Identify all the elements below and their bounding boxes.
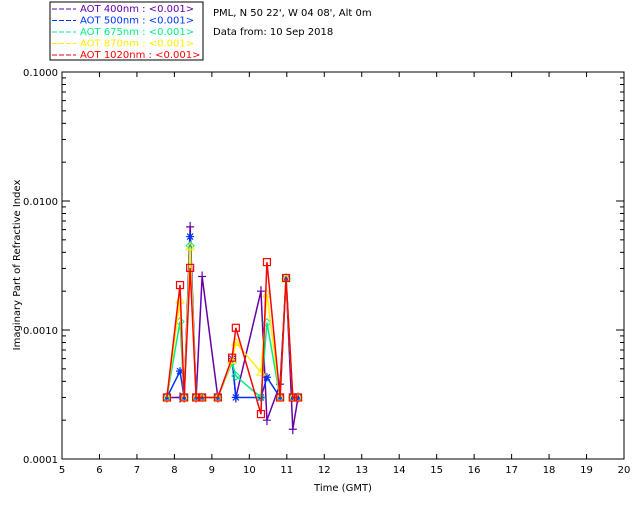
- data-point: [288, 424, 297, 435]
- x-tick-label: 16: [468, 465, 481, 476]
- y-tick-label: 0.0010: [23, 326, 58, 337]
- x-tick-label: 9: [209, 465, 215, 476]
- data-point: [231, 393, 240, 402]
- y-tick-label: 0.0100: [23, 197, 58, 208]
- legend-entry: AOT 400nm : <0.001>: [80, 4, 194, 15]
- chart: AOT 400nm : <0.001>AOT 500nm : <0.001>AO…: [12, 1, 630, 494]
- data-point: [186, 221, 195, 232]
- x-tick-label: 10: [243, 465, 256, 476]
- legend-entry: AOT 870nm : <0.001>: [80, 39, 194, 50]
- series-square: [162, 258, 303, 419]
- y-axis-label: Imaginary Part of Refractive Index: [12, 180, 23, 351]
- x-tick-label: 12: [318, 465, 331, 476]
- x-tick-label: 19: [580, 465, 593, 476]
- x-axis-label: Time (GMT): [313, 483, 372, 494]
- x-tick-label: 15: [430, 465, 443, 476]
- x-tick-label: 8: [171, 465, 177, 476]
- x-tick-label: 18: [543, 465, 556, 476]
- chart-title-line-2: Data from: 10 Sep 2018: [213, 27, 333, 38]
- x-tick-label: 17: [505, 465, 518, 476]
- plot-frame: [61, 71, 625, 460]
- x-tick-label: 6: [96, 465, 102, 476]
- chart-title-line-1: PML, N 50 22', W 04 08', Alt 0m: [213, 8, 372, 19]
- x-tick-label: 13: [355, 465, 368, 476]
- y-tick-label: 0.1000: [23, 68, 58, 79]
- data-point: [198, 271, 207, 282]
- legend-entry: AOT 675nm : <0.001>: [80, 27, 194, 38]
- x-tick-label: 5: [59, 465, 65, 476]
- series-group: [162, 221, 303, 435]
- x-tick-label: 20: [618, 465, 631, 476]
- x-tick-label: 11: [280, 465, 293, 476]
- axes: 5 6 7 8 9 10 11 12 13 14 15 16 17 18 19 20 0.0001 0.0010 0…: [23, 68, 630, 476]
- x-tick-label: 7: [134, 465, 140, 476]
- legend-entry: AOT 1020nm : <0.001>: [80, 50, 200, 61]
- x-tick-label: 14: [393, 465, 406, 476]
- legend-entry: AOT 500nm : <0.001>: [80, 16, 194, 27]
- y-tick-label: 0.0001: [23, 455, 58, 466]
- data-point: [186, 232, 195, 241]
